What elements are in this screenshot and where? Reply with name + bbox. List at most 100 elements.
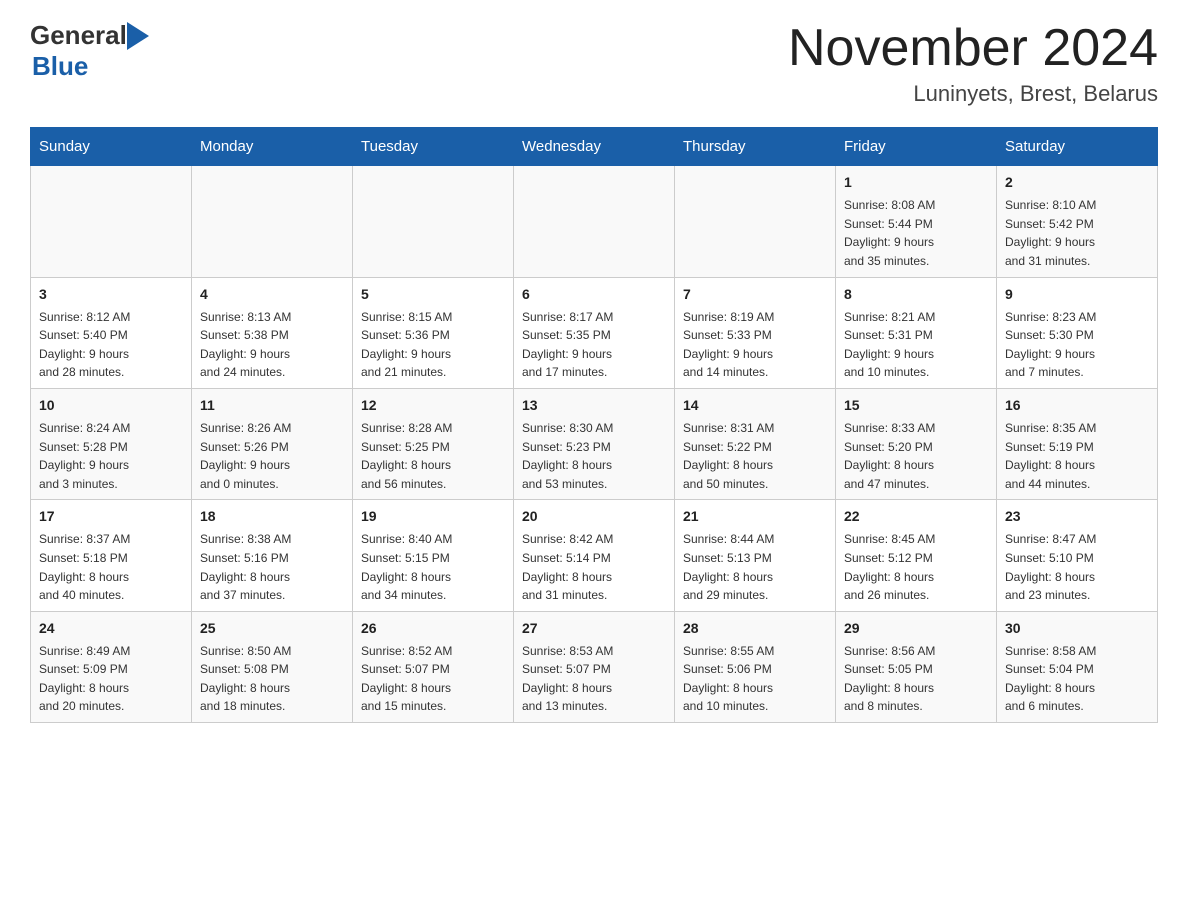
day-info: Sunrise: 8:40 AMSunset: 5:15 PMDaylight:…	[361, 530, 505, 604]
day-number: 10	[39, 395, 183, 416]
calendar-table: SundayMondayTuesdayWednesdayThursdayFrid…	[30, 127, 1158, 723]
logo-text: General	[30, 20, 149, 51]
day-of-week-header: Wednesday	[514, 128, 675, 166]
day-info: Sunrise: 8:08 AMSunset: 5:44 PMDaylight:…	[844, 196, 988, 270]
calendar-week-row: 1 Sunrise: 8:08 AMSunset: 5:44 PMDaylight…	[31, 166, 1158, 277]
calendar-cell: 21 Sunrise: 8:44 AMSunset: 5:13 PMDayligh…	[675, 500, 836, 611]
calendar-cell	[353, 166, 514, 277]
day-number: 7	[683, 284, 827, 305]
calendar-cell: 22Sunrise: 8:45 AMSunset: 5:12 PMDayligh…	[836, 500, 997, 611]
calendar-cell: 4Sunrise: 8:13 AMSunset: 5:38 PMDaylight…	[192, 277, 353, 388]
day-number: 11	[200, 395, 344, 416]
day-number: 28	[683, 618, 827, 639]
day-number: 1	[844, 172, 988, 193]
day-number: 9	[1005, 284, 1149, 305]
day-number: 30	[1005, 618, 1149, 639]
calendar-cell	[31, 166, 192, 277]
calendar-cell: 27Sunrise: 8:53 AMSunset: 5:07 PMDayligh…	[514, 611, 675, 722]
calendar-week-row: 24Sunrise: 8:49 AMSunset: 5:09 PMDayligh…	[31, 611, 1158, 722]
day-info: Sunrise: 8:30 AMSunset: 5:23 PMDaylight:…	[522, 419, 666, 493]
day-info: Sunrise: 8:21 AMSunset: 5:31 PMDaylight:…	[844, 308, 988, 382]
calendar-week-row: 10Sunrise: 8:24 AMSunset: 5:28 PMDayligh…	[31, 388, 1158, 499]
calendar-cell: 23 Sunrise: 8:47 AMSunset: 5:10 PMDayligh…	[997, 500, 1158, 611]
day-info: Sunrise: 8:42 AMSunset: 5:14 PMDaylight:…	[522, 530, 666, 604]
day-info: Sunrise: 8:35 AMSunset: 5:19 PMDaylight:…	[1005, 419, 1149, 493]
day-of-week-header: Friday	[836, 128, 997, 166]
day-info: Sunrise: 8:26 AMSunset: 5:26 PMDaylight:…	[200, 419, 344, 493]
day-number: 14	[683, 395, 827, 416]
day-number: 6	[522, 284, 666, 305]
calendar-cell: 16 Sunrise: 8:35 AMSunset: 5:19 PMDayligh…	[997, 388, 1158, 499]
days-of-week-row: SundayMondayTuesdayWednesdayThursdayFrid…	[31, 128, 1158, 166]
day-info: Sunrise: 8:31 AMSunset: 5:22 PMDaylight:…	[683, 419, 827, 493]
calendar-header: SundayMondayTuesdayWednesdayThursdayFrid…	[31, 128, 1158, 166]
day-number: 18	[200, 506, 344, 527]
calendar-cell: 29Sunrise: 8:56 AMSunset: 5:05 PMDayligh…	[836, 611, 997, 722]
day-info: Sunrise: 8:55 AMSunset: 5:06 PMDaylight:…	[683, 642, 827, 716]
calendar-cell: 8 Sunrise: 8:21 AMSunset: 5:31 PMDaylight…	[836, 277, 997, 388]
day-of-week-header: Thursday	[675, 128, 836, 166]
calendar-cell: 11 Sunrise: 8:26 AMSunset: 5:26 PMDayligh…	[192, 388, 353, 499]
day-info: Sunrise: 8:47 AMSunset: 5:10 PMDaylight:…	[1005, 530, 1149, 604]
logo-general-text: General	[30, 20, 127, 51]
day-number: 17	[39, 506, 183, 527]
day-info: Sunrise: 8:23 AMSunset: 5:30 PMDaylight:…	[1005, 308, 1149, 382]
day-info: Sunrise: 8:44 AMSunset: 5:13 PMDaylight:…	[683, 530, 827, 604]
calendar-week-row: 3 Sunrise: 8:12 AMSunset: 5:40 PMDaylight…	[31, 277, 1158, 388]
day-number: 21	[683, 506, 827, 527]
day-of-week-header: Saturday	[997, 128, 1158, 166]
logo-icon	[127, 22, 149, 50]
day-number: 23	[1005, 506, 1149, 527]
calendar-cell: 30 Sunrise: 8:58 AMSunset: 5:04 PMDayligh…	[997, 611, 1158, 722]
calendar-cell: 20 Sunrise: 8:42 AMSunset: 5:14 PMDayligh…	[514, 500, 675, 611]
day-of-week-header: Monday	[192, 128, 353, 166]
calendar-cell: 25Sunrise: 8:50 AMSunset: 5:08 PMDayligh…	[192, 611, 353, 722]
calendar-cell: 6 Sunrise: 8:17 AMSunset: 5:35 PMDaylight…	[514, 277, 675, 388]
logo-blue-word: Blue	[32, 51, 88, 82]
day-number: 2	[1005, 172, 1149, 193]
calendar-cell: 13 Sunrise: 8:30 AMSunset: 5:23 PMDayligh…	[514, 388, 675, 499]
day-info: Sunrise: 8:12 AMSunset: 5:40 PMDaylight:…	[39, 308, 183, 382]
day-info: Sunrise: 8:50 AMSunset: 5:08 PMDaylight:…	[200, 642, 344, 716]
calendar-cell: 1 Sunrise: 8:08 AMSunset: 5:44 PMDaylight…	[836, 166, 997, 277]
calendar-cell: 17 Sunrise: 8:37 AMSunset: 5:18 PMDayligh…	[31, 500, 192, 611]
logo-triangle-icon	[127, 22, 149, 50]
day-of-week-header: Sunday	[31, 128, 192, 166]
day-number: 19	[361, 506, 505, 527]
calendar-cell	[675, 166, 836, 277]
calendar-cell: 14 Sunrise: 8:31 AMSunset: 5:22 PMDayligh…	[675, 388, 836, 499]
day-number: 22	[844, 506, 988, 527]
day-number: 12	[361, 395, 505, 416]
day-of-week-header: Tuesday	[353, 128, 514, 166]
calendar-cell	[514, 166, 675, 277]
calendar-cell: 5Sunrise: 8:15 AMSunset: 5:36 PMDaylight…	[353, 277, 514, 388]
day-number: 4	[200, 284, 344, 305]
day-number: 20	[522, 506, 666, 527]
day-number: 15	[844, 395, 988, 416]
month-title: November 2024	[788, 20, 1158, 77]
day-info: Sunrise: 8:33 AMSunset: 5:20 PMDaylight:…	[844, 419, 988, 493]
calendar-cell: 18 Sunrise: 8:38 AMSunset: 5:16 PMDayligh…	[192, 500, 353, 611]
day-info: Sunrise: 8:28 AMSunset: 5:25 PMDaylight:…	[361, 419, 505, 493]
day-info: Sunrise: 8:58 AMSunset: 5:04 PMDaylight:…	[1005, 642, 1149, 716]
calendar-cell: 3 Sunrise: 8:12 AMSunset: 5:40 PMDaylight…	[31, 277, 192, 388]
page-header: General Blue November 2024 Luninyets, Br…	[30, 20, 1158, 107]
calendar-body: 1 Sunrise: 8:08 AMSunset: 5:44 PMDaylight…	[31, 166, 1158, 723]
day-number: 16	[1005, 395, 1149, 416]
day-info: Sunrise: 8:52 AMSunset: 5:07 PMDaylight:…	[361, 642, 505, 716]
calendar-week-row: 17 Sunrise: 8:37 AMSunset: 5:18 PMDayligh…	[31, 500, 1158, 611]
day-number: 3	[39, 284, 183, 305]
day-number: 13	[522, 395, 666, 416]
calendar-cell: 26Sunrise: 8:52 AMSunset: 5:07 PMDayligh…	[353, 611, 514, 722]
logo: General Blue	[30, 20, 149, 82]
day-number: 8	[844, 284, 988, 305]
day-info: Sunrise: 8:37 AMSunset: 5:18 PMDaylight:…	[39, 530, 183, 604]
location-title: Luninyets, Brest, Belarus	[788, 81, 1158, 107]
calendar-cell: 2Sunrise: 8:10 AMSunset: 5:42 PMDaylight…	[997, 166, 1158, 277]
day-info: Sunrise: 8:38 AMSunset: 5:16 PMDaylight:…	[200, 530, 344, 604]
day-info: Sunrise: 8:17 AMSunset: 5:35 PMDaylight:…	[522, 308, 666, 382]
day-number: 27	[522, 618, 666, 639]
calendar-cell	[192, 166, 353, 277]
calendar-cell: 9 Sunrise: 8:23 AMSunset: 5:30 PMDaylight…	[997, 277, 1158, 388]
day-number: 5	[361, 284, 505, 305]
